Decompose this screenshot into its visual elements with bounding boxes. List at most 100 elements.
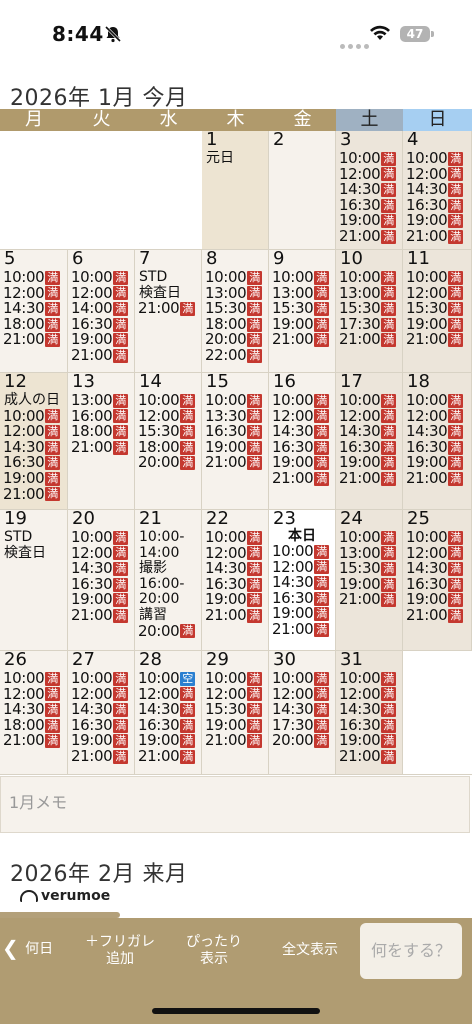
time-slot[interactable]: 21:00 満 [336, 748, 402, 765]
full-badge: 満 [314, 393, 330, 408]
fit-view-button[interactable]: ぴったり 表示 [176, 934, 252, 968]
calendar-day-cell[interactable]: 30 10:00 満 12:00 満 14:30 満 17:30 満 20:00 満 [269, 651, 336, 775]
calendar-day-cell[interactable]: 13 13:00 満 16:00 満 18:00 満 21:00 満 [68, 373, 135, 510]
calendar-day-cell[interactable]: 11 10:00 満 12:00 満 15:30 満 19:00 満 21:00 満 [403, 250, 472, 373]
time-slot[interactable]: 20:00 満 [269, 733, 335, 749]
time-slot[interactable]: 21:00 満 [68, 746, 134, 765]
full-badge: 満 [180, 734, 196, 749]
calendar-day-cell[interactable]: 9 10:00 満 13:00 満 15:30 満 19:00 満 21:00 満 [269, 250, 336, 373]
time-slot[interactable]: 21:00 満 [0, 486, 67, 503]
calendar-day-cell[interactable]: 14 10:00 満 12:00 満 15:30 満 18:00 満 20:00 満 [135, 373, 202, 510]
time-slot[interactable]: 21:00 満 [68, 607, 134, 624]
time-slot[interactable]: 21:00 満 [68, 439, 134, 456]
calendar-day-cell[interactable]: 6 10:00 満 12:00 満 14:00 満 16:30 満 19:00 満 21:00 満 [68, 250, 135, 373]
full-badge: 満 [113, 301, 129, 316]
day-number: 16 [273, 373, 296, 392]
full-badge: 満 [314, 440, 330, 455]
time-slot[interactable]: 21:00 満 [403, 228, 471, 245]
slot-time: 21:00 [272, 330, 314, 349]
full-badge: 満 [113, 424, 129, 439]
fit-view-label-2: 表示 [200, 951, 228, 967]
calendar-day-cell[interactable]: 12 成人の日 10:00 満 12:00 満 14:30 満 16:30 満 19:00 満 21:0… [0, 373, 68, 510]
calendar-day-cell[interactable]: 21 10:00- 14:00 撮影 16:00- 20:00 講習 20:00 満 [135, 510, 202, 651]
calendar-day-cell[interactable]: 10 10:00 満 13:00 満 15:30 満 17:30 満 21:00 満 [336, 250, 403, 373]
time-slot[interactable]: 21:00 満 [135, 301, 201, 317]
time-slot[interactable]: 21:00 満 [336, 228, 402, 245]
slot-time: 21:00 [205, 453, 247, 472]
time-slot[interactable]: 21:00 満 [403, 332, 471, 348]
calendar-day-cell[interactable]: 3 10:00 満 12:00 満 14:30 満 16:30 満 19:00 満 21:00 満 [336, 131, 403, 250]
time-slot[interactable]: 21:00 満 [269, 470, 335, 487]
time-slot[interactable]: 20:00 満 [135, 455, 201, 471]
slot-time: 21:00 [71, 746, 113, 765]
weekday-label: 日 [403, 109, 472, 131]
calendar-day-cell[interactable]: 15 10:00 満 13:30 満 16:30 満 19:00 満 21:00 満 [202, 373, 269, 510]
day-number: 11 [407, 250, 430, 269]
time-slot[interactable]: 20:00 満 [135, 621, 201, 640]
calendar-week-row: 19 STD 検査日 20 10:00 満 12:00 満 14:30 満 16:30 満 19:00 満… [0, 510, 472, 651]
logo-text: verumoe [41, 888, 111, 904]
calendar-day-cell[interactable]: 29 10:00 満 12:00 満 15:30 満 19:00 満 21:00 満 [202, 651, 269, 775]
calendar-day-cell[interactable]: 4 10:00 満 12:00 満 14:30 満 16:30 満 19:00 満 21:00 満 [403, 131, 472, 250]
time-slot[interactable]: 21:00 満 [403, 468, 471, 487]
slot-time: 21:00 [406, 468, 448, 487]
full-badge: 満 [247, 593, 263, 608]
calendar-day-cell[interactable]: 8 10:00 満 13:00 満 15:30 満 18:00 満 20:00 満 22:00 満 [202, 250, 269, 373]
time-slot[interactable]: 21:00 満 [0, 733, 67, 749]
calendar-day-cell[interactable]: 22 10:00 満 12:00 満 14:30 満 16:30 満 19:00 満 21:00 満 [202, 510, 269, 651]
calendar-day-cell[interactable]: 19 STD 検査日 [0, 510, 68, 651]
month-title-next: 2026年 2月 来月 [10, 862, 188, 887]
back-label: 何日 [25, 941, 54, 957]
calendar-day-cell[interactable]: 26 10:00 満 12:00 満 14:30 満 18:00 満 21:00 満 [0, 651, 68, 775]
day-number: 27 [72, 651, 95, 670]
calendar-day-cell[interactable]: 7 STD 検査日 21:00 満 [135, 250, 202, 373]
add-furigana-button[interactable]: ＋フリガレ 追加 [80, 934, 160, 968]
calendar-day-cell[interactable]: 16 10:00 満 12:00 満 14:30 満 16:30 満 19:00 満 21:00 満 [269, 373, 336, 510]
day-number: 30 [273, 651, 296, 670]
time-slot[interactable]: 21:00 満 [336, 332, 402, 348]
full-badge: 満 [381, 749, 397, 764]
time-slot[interactable]: 21:00 満 [135, 748, 201, 765]
full-badge: 満 [381, 301, 397, 316]
calendar-day-cell[interactable]: 5 10:00 満 12:00 満 14:30 満 18:00 満 21:00 満 [0, 250, 68, 373]
calendar-day-cell[interactable]: 23 本日 10:00 満 12:00 満 14:30 満 16:30 満 19:00 満 21:00 満 [269, 510, 336, 651]
back-button[interactable]: ❮ 何日 [2, 938, 54, 958]
time-slot[interactable]: 21:00 満 [0, 332, 67, 348]
calendar-day-cell[interactable]: 17 10:00 満 12:00 満 14:30 満 16:30 満 19:00 満 21:00 満 [336, 373, 403, 510]
calendar-day-cell[interactable]: 27 10:00 満 12:00 満 14:30 満 16:30 満 19:00 満 21:00 満 [68, 651, 135, 775]
full-badge: 満 [247, 546, 263, 561]
time-slot[interactable]: 21:00 満 [202, 733, 268, 749]
month-memo-field[interactable]: 1月メモ [0, 776, 470, 833]
full-badge: 満 [314, 607, 330, 622]
weekday-label: 金 [269, 109, 336, 131]
day-note: 元日 [206, 150, 234, 166]
full-text-button[interactable]: 全文表示 [272, 942, 348, 959]
time-slot[interactable]: 21:00 満 [336, 470, 402, 487]
full-badge: 満 [448, 198, 464, 213]
full-badge: 満 [247, 561, 263, 576]
calendar-day-cell[interactable]: 1 元日 [202, 131, 269, 250]
full-badge: 満 [247, 301, 263, 316]
calendar-day-cell[interactable]: 28 10:00 空 12:00 満 14:30 満 16:30 満 19:00 満 21:00 満 [135, 651, 202, 775]
time-slot[interactable]: 21:00 満 [269, 332, 335, 348]
time-slot[interactable]: 21:00 満 [269, 621, 335, 638]
full-badge: 満 [113, 530, 129, 545]
full-badge: 満 [314, 471, 330, 486]
calendar-day-cell[interactable]: 31 10:00 満 12:00 満 14:30 満 16:30 満 19:00 満 21:00 満 [336, 651, 403, 775]
slot-time: 20:00 [138, 621, 180, 640]
time-slot[interactable]: 21:00 満 [68, 347, 134, 364]
calendar-day-cell[interactable]: 18 10:00 満 12:00 満 14:30 満 16:30 満 19:00 満 21:00 満 [403, 373, 472, 510]
calendar-day-cell[interactable]: 25 10:00 満 12:00 満 14:30 満 16:30 満 19:00 満 21:00 満 [403, 510, 472, 651]
time-slot[interactable]: 21:00 満 [336, 592, 402, 608]
full-badge: 満 [247, 440, 263, 455]
calendar-day-cell[interactable]: 20 10:00 満 12:00 満 14:30 満 16:30 満 19:00 満 21:00 満 [68, 510, 135, 651]
weekday-label: 木 [202, 109, 269, 131]
full-badge: 満 [381, 671, 397, 686]
time-slot[interactable]: 21:00 満 [403, 607, 471, 624]
calendar-day-cell[interactable]: 24 10:00 満 13:00 満 15:30 満 19:00 満 21:00 満 [336, 510, 403, 651]
time-slot[interactable]: 22:00 満 [202, 347, 268, 364]
time-slot[interactable]: 21:00 満 [202, 607, 268, 624]
action-menu-button[interactable]: 何をする？ [360, 923, 462, 979]
calendar-day-cell[interactable]: 2 [269, 131, 336, 250]
time-slot[interactable]: 21:00 満 [202, 455, 268, 471]
